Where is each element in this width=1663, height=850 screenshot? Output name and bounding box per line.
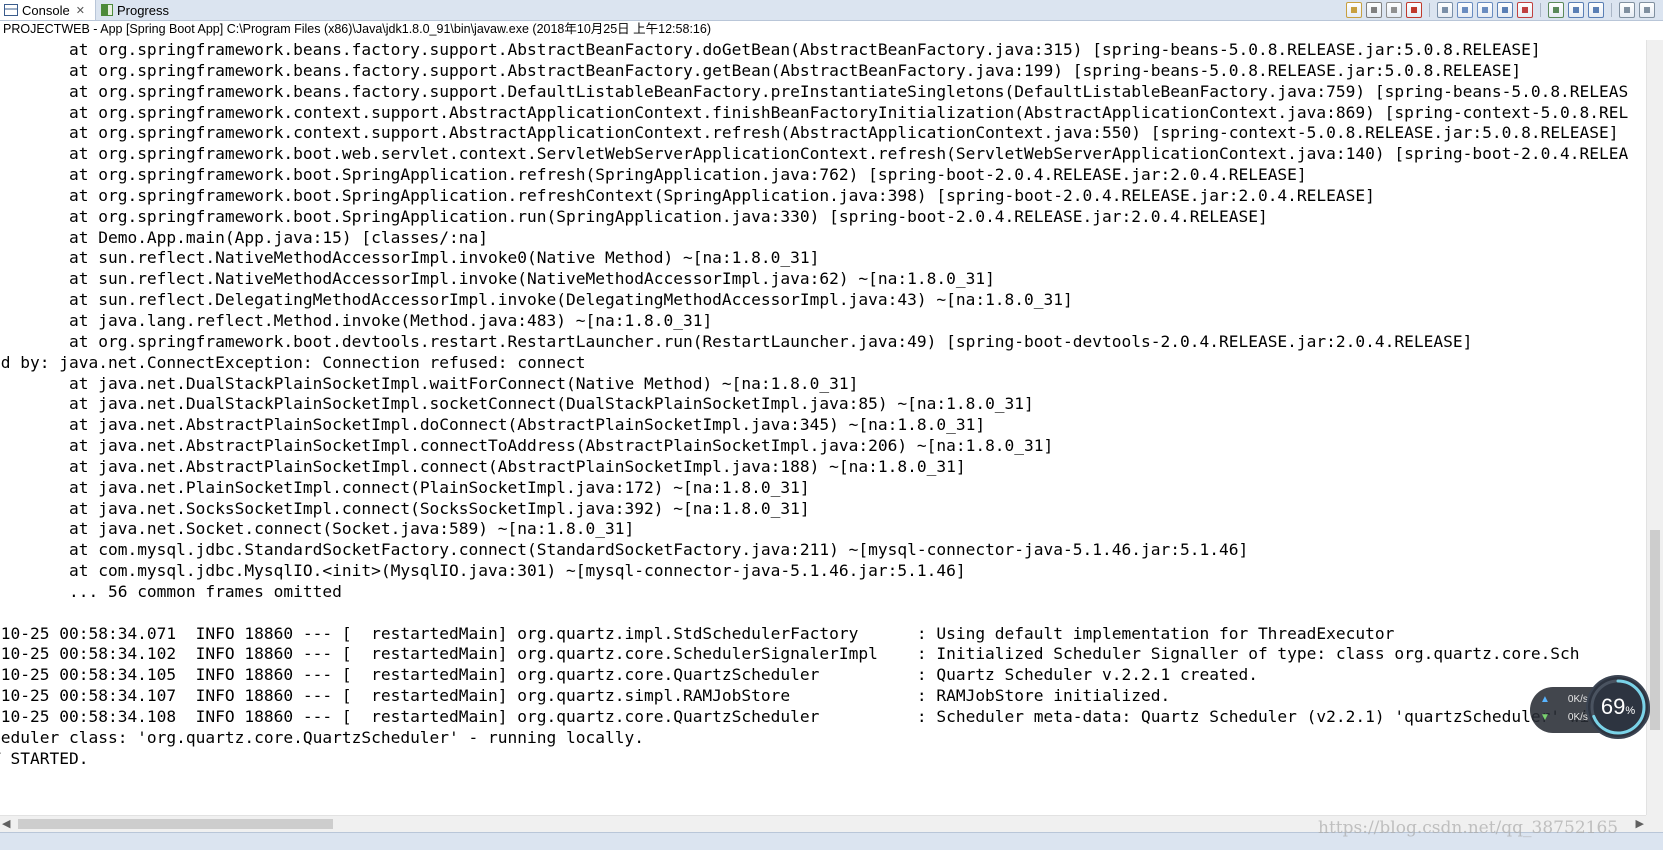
show-on-stdout-icon-glyph: [1502, 7, 1508, 13]
console-line: -10-25 00:58:34.102 INFO 18860 --- [ res…: [0, 644, 1580, 664]
vertical-scrollbar[interactable]: [1646, 40, 1663, 815]
eclipse-console-view: Console ✕ Progress PROJECTWEB - App [Spr…: [0, 0, 1663, 850]
console-line: at java.net.DualStackPlainSocketImpl.soc…: [68, 394, 1034, 414]
console-line: T STARTED.: [0, 748, 89, 768]
terminate-relaunch-icon-glyph: [1351, 7, 1357, 13]
console-line: at java.net.AbstractPlainSocketImpl.conn…: [68, 436, 1054, 456]
console-line: at org.springframework.boot.devtools.res…: [68, 331, 1473, 351]
display-selected-console-icon[interactable]: [1568, 2, 1584, 18]
maximize-icon-glyph: [1644, 7, 1650, 13]
console-line: at Demo.App.main(App.java:15) [classes/:…: [68, 227, 489, 247]
console-line: heduler class: 'org.quartz.core.QuartzSc…: [0, 727, 644, 747]
download-speed: ▼ 0K/s: [1540, 712, 1588, 723]
console-line: at java.net.SocksSocketImpl.connect(Sock…: [68, 498, 810, 518]
word-wrap-icon-glyph: [1482, 7, 1488, 13]
console-line: at org.springframework.boot.SpringApplic…: [68, 165, 1307, 185]
console-line: at org.springframework.beans.factory.sup…: [68, 81, 1629, 101]
console-text: at org.springframework.beans.factory.sup…: [0, 40, 1628, 770]
console-line: at org.springframework.context.support.A…: [68, 123, 1619, 143]
console-line: at org.springframework.boot.web.servlet.…: [68, 144, 1629, 164]
console-line: at com.mysql.jdbc.StandardSocketFactory.…: [68, 540, 1249, 560]
horizontal-scrollbar-thumb[interactable]: [18, 819, 333, 829]
toolbar-separator: [1429, 3, 1430, 17]
console-icon: [4, 4, 18, 16]
tab-progress[interactable]: Progress: [97, 0, 175, 20]
console-line: at java.net.AbstractPlainSocketImpl.conn…: [68, 456, 966, 476]
watermark: https://blog.csdn.net/qq_38752165: [1318, 818, 1619, 838]
scroll-lock-icon[interactable]: [1457, 2, 1473, 18]
scroll-lock-icon-glyph: [1462, 7, 1468, 13]
clear-console-icon[interactable]: [1437, 2, 1453, 18]
gauge-value: 69: [1600, 694, 1626, 719]
pin-console-icon[interactable]: [1548, 2, 1564, 18]
console-line: at java.net.PlainSocketImpl.connect(Plai…: [68, 477, 810, 497]
console-line: at org.springframework.context.support.A…: [68, 102, 1629, 122]
display-selected-console-icon-glyph: [1573, 7, 1579, 13]
console-line: at sun.reflect.NativeMethodAccessorImpl.…: [68, 248, 820, 268]
clear-console-icon-glyph: [1442, 7, 1448, 13]
console-line: at org.springframework.beans.factory.sup…: [68, 60, 1522, 80]
scroll-left-icon[interactable]: ◀: [2, 817, 10, 830]
gauge-unit: %: [1625, 705, 1636, 717]
open-console-icon-glyph: [1593, 7, 1599, 13]
word-wrap-icon[interactable]: [1477, 2, 1493, 18]
toolbar-separator: [1611, 3, 1612, 17]
upload-speed-value: 0K/s: [1567, 694, 1588, 705]
console-line: -10-25 00:58:34.105 INFO 18860 --- [ res…: [0, 665, 1258, 685]
remove-all-terminated-icon[interactable]: [1386, 2, 1402, 18]
scrollbar-corner: [1646, 815, 1663, 832]
upload-arrow-icon: ▲: [1540, 694, 1550, 705]
console-line: at org.springframework.boot.SpringApplic…: [68, 185, 1375, 205]
console-line: at java.net.DualStackPlainSocketImpl.wai…: [68, 373, 859, 393]
console-line: ed by: java.net.ConnectException: Connec…: [0, 352, 586, 372]
download-speed-value: 0K/s: [1567, 712, 1588, 723]
console-line: at com.mysql.jdbc.MysqlIO.<init>(MysqlIO…: [68, 561, 966, 581]
open-console-icon[interactable]: [1588, 2, 1604, 18]
scroll-right-icon[interactable]: ▶: [1636, 817, 1644, 830]
remove-launch-icon[interactable]: [1366, 2, 1382, 18]
remove-all-terminated-icon-glyph: [1391, 7, 1397, 13]
console-line: at java.net.Socket.connect(Socket.java:5…: [68, 519, 635, 539]
console-line: at org.springframework.boot.SpringApplic…: [68, 206, 1268, 226]
show-on-stdout-icon[interactable]: [1497, 2, 1513, 18]
console-line: -10-25 00:58:34.071 INFO 18860 --- [ res…: [0, 623, 1395, 643]
tab-progress-label: Progress: [116, 2, 169, 18]
terminate-icon[interactable]: [1406, 2, 1422, 18]
tab-console-label: Console: [22, 2, 70, 18]
show-on-stderr-icon[interactable]: [1517, 2, 1533, 18]
close-icon[interactable]: ✕: [76, 4, 85, 17]
console-line: at java.net.AbstractPlainSocketImpl.doCo…: [68, 415, 986, 435]
remove-launch-icon-glyph: [1371, 7, 1377, 13]
console-output[interactable]: at org.springframework.beans.factory.sup…: [0, 40, 1646, 815]
terminate-icon-glyph: [1411, 7, 1417, 13]
console-line: at sun.reflect.DelegatingMethodAccessorI…: [68, 290, 1073, 310]
minimize-icon-glyph: [1624, 7, 1630, 13]
vertical-scrollbar-thumb[interactable]: [1650, 530, 1660, 730]
tab-console[interactable]: Console ✕: [0, 0, 96, 20]
console-toolbar: [1346, 0, 1663, 20]
toolbar-separator: [1540, 3, 1541, 17]
console-line: -10-25 00:58:34.107 INFO 18860 --- [ res…: [0, 686, 1171, 706]
console-line: at sun.reflect.NativeMethodAccessorImpl.…: [68, 269, 995, 289]
gauge-percent: 69%: [1588, 677, 1648, 737]
console-line: ... 56 common frames omitted: [68, 581, 342, 601]
upload-speed: ▲ 0K/s: [1540, 694, 1588, 705]
console-line: -10-25 00:58:34.108 INFO 18860 --- [ res…: [0, 707, 1590, 726]
view-tab-bar: Console ✕ Progress: [0, 0, 1663, 21]
maximize-icon[interactable]: [1639, 2, 1655, 18]
show-on-stderr-icon-glyph: [1522, 7, 1528, 13]
process-description: PROJECTWEB - App [Spring Boot App] C:\Pr…: [0, 21, 1663, 38]
progress-icon: [101, 4, 113, 16]
console-line: at java.lang.reflect.Method.invoke(Metho…: [68, 310, 713, 330]
memory-gauge[interactable]: 69%: [1588, 677, 1648, 737]
minimize-icon[interactable]: [1619, 2, 1635, 18]
download-arrow-icon: ▼: [1540, 712, 1550, 723]
console-line: at org.springframework.beans.factory.sup…: [68, 40, 1541, 59]
pin-console-icon-glyph: [1553, 7, 1559, 13]
terminate-relaunch-icon[interactable]: [1346, 2, 1362, 18]
